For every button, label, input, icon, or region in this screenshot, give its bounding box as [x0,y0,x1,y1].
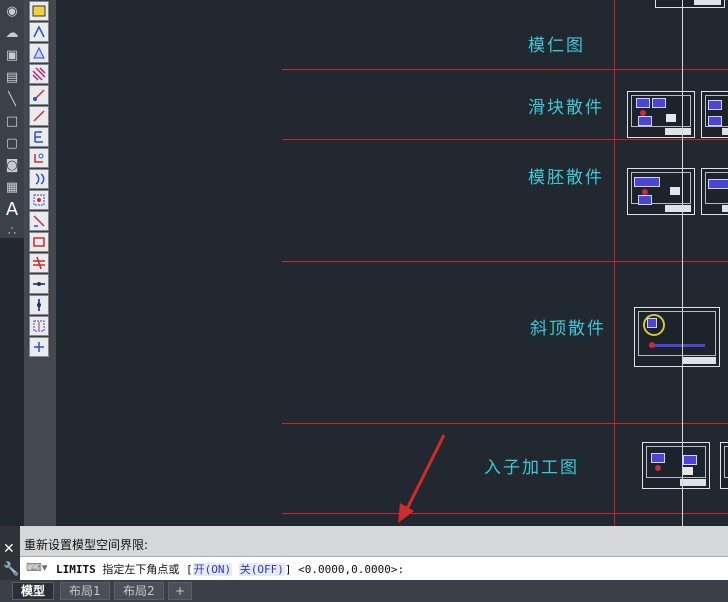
frame-line [614,0,615,526]
section-label: 斜顶散件 [530,319,606,339]
drawing-canvas[interactable]: 模仁图 滑块散件 模胚散件 斜顶散件 入子加工图 [56,0,728,526]
drawing-sheet-thumbnail [627,168,695,215]
diameter-dim-icon[interactable] [29,106,49,126]
table-icon[interactable]: ▦ [0,176,24,198]
dimension-toolbar [28,0,50,357]
crosshair-cursor [682,0,683,526]
close-icon[interactable]: ✕ [3,541,15,557]
jog-dim-icon[interactable] [29,274,49,294]
annotation-arrow-icon [398,434,446,523]
points-icon[interactable]: ∴ [0,220,24,242]
radius-dim-icon[interactable] [29,85,49,105]
angular-dim-icon[interactable] [29,43,49,63]
ordinate-dim-icon[interactable] [29,127,49,147]
circle-icon[interactable]: ◉ [0,0,24,22]
drawing-sheet-thumbnail [720,442,728,489]
linear-dim-icon[interactable] [29,1,49,21]
break-dim-icon[interactable] [29,211,49,231]
section-label: 入子加工图 [484,458,579,478]
drawing-sheet-thumbnail [627,91,695,138]
drawing-sheet-thumbnail [701,91,728,138]
frame-line [282,423,728,424]
frame-line [282,139,728,140]
option-off[interactable]: 关(OFF) [238,563,285,576]
tolerance-dim-icon[interactable] [29,232,49,252]
cloud-icon[interactable]: ☁ [0,22,24,44]
rectangle-icon[interactable]: □ [0,110,24,132]
text-icon[interactable]: A [0,198,24,220]
baseline-dim-icon[interactable] [29,190,49,210]
draw-toolbar: ◉ ☁ ▣ ▤ ╲ □ ▢ ◙ ▦ A ∴ [0,0,24,239]
update-dim-icon[interactable] [29,337,49,357]
tab-layout1[interactable]: 布局1 [60,582,110,600]
default-value: <0.0000,0.0000>: [298,563,405,576]
frame-line [282,513,728,514]
section-label: 模胚散件 [528,168,604,188]
layout-tab-bar: 模型 布局1 布局2 + [0,580,728,602]
command-prompt-icon[interactable]: ⌨▾ [26,561,47,574]
command-input[interactable]: ⌨▾ LIMITS 指定左下角点或 [开(ON) 关(OFF)] <0.0000… [20,556,728,580]
tab-layout2[interactable]: 布局2 [114,582,164,600]
drawing-sheet-thumbnail [655,0,725,8]
block-icon[interactable]: ▣ [0,44,24,66]
rectangle-icon[interactable]: ▢ [0,132,24,154]
edit-dim-icon[interactable] [29,316,49,336]
hatch-icon[interactable] [29,64,49,84]
tab-model[interactable]: 模型 [12,582,55,600]
drawing-sheet-thumbnail [701,168,728,215]
continue-dim-icon[interactable] [29,169,49,189]
aligned-dim-icon[interactable] [29,22,49,42]
command-prompt: 指定左下角点或 [102,563,180,576]
drawing-sheet-thumbnail [642,442,710,489]
space-dim-icon[interactable] [29,295,49,315]
section-label: 模仁图 [528,36,585,56]
wrench-icon[interactable]: 🔧 [3,562,19,577]
frame-line [282,69,728,70]
camera-icon[interactable]: ◙ [0,154,24,176]
option-on[interactable]: 开(ON) [192,563,233,576]
command-text: LIMITS 指定左下角点或 [开(ON) 关(OFF)] <0.0000,0.… [56,561,404,577]
center-mark-icon[interactable] [29,253,49,273]
option-bracket: ] [284,563,292,576]
command-name: LIMITS [56,563,96,576]
add-layout-button[interactable]: + [168,582,193,600]
line-icon[interactable]: ╲ [0,88,24,110]
drawing-sheet-thumbnail [634,307,720,367]
command-history: 重新设置模型空间界限: [24,538,149,552]
insert-icon[interactable]: ▤ [0,66,24,88]
arc-dim-icon[interactable] [29,148,49,168]
frame-line [282,261,728,262]
section-label: 滑块散件 [528,98,604,118]
command-line-grip[interactable]: ✕ 🔧 [0,526,20,582]
option-bracket: [ [186,563,193,576]
